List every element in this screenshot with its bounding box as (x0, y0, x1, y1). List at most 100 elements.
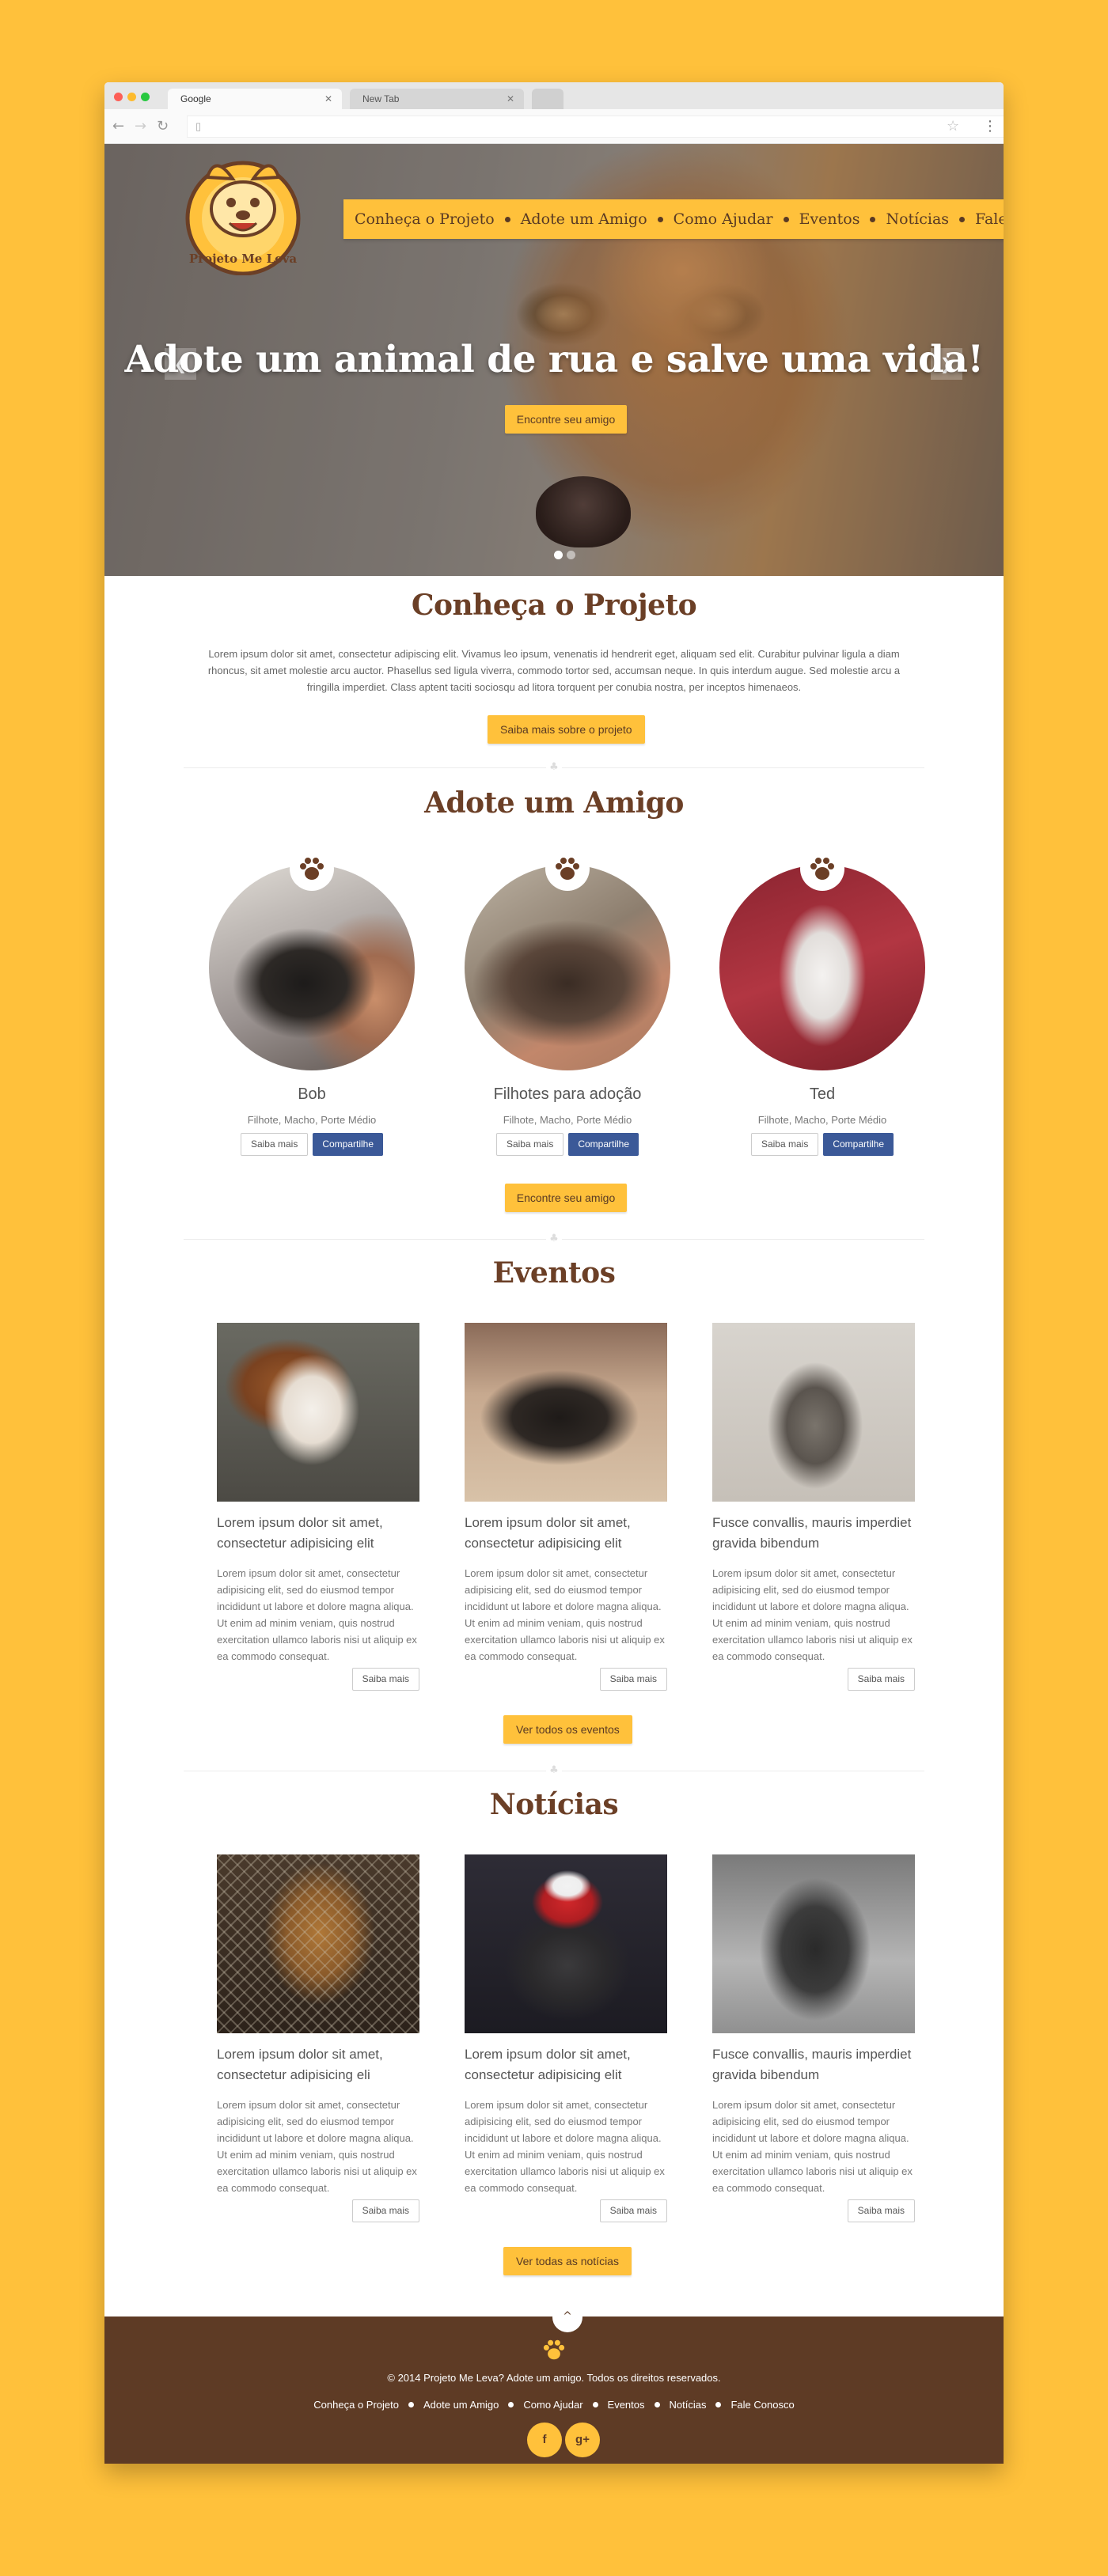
menu-item-conheca[interactable]: Conheça o Projeto (355, 210, 495, 228)
browser-tab-bar: Google ✕ New Tab ✕ (104, 82, 1004, 109)
news-card: Lorem ipsum dolor sit amet, consectetur … (217, 1854, 419, 2222)
section-divider: ♣ (184, 761, 924, 774)
pet-photo[interactable] (209, 865, 415, 1070)
footer-link-eventos[interactable]: Eventos (608, 2399, 645, 2411)
event-more-button[interactable]: Saiba mais (847, 1668, 915, 1691)
news-card: Fusce convallis, mauris imperdiet gravid… (712, 1854, 915, 2222)
event-photo[interactable] (465, 1323, 667, 1502)
slider-dot[interactable] (554, 551, 563, 559)
menu-item-eventos[interactable]: Eventos (799, 210, 860, 228)
news-text: Lorem ipsum dolor sit amet, consectetur … (217, 2099, 417, 2194)
slider-dot[interactable] (567, 551, 575, 559)
menu-separator (783, 216, 789, 222)
event-text: Lorem ipsum dolor sit amet, consectetur … (712, 1567, 913, 1662)
browser-tab-new[interactable]: New Tab ✕ (350, 89, 524, 109)
event-card: Lorem ipsum dolor sit amet, consectetur … (217, 1323, 419, 1691)
about-title: Conheça o Projeto (411, 589, 697, 622)
paw-divider-icon: ♣ (546, 761, 562, 774)
pet-name: Ted (809, 1085, 836, 1103)
browser-tab-google[interactable]: Google ✕ (168, 89, 342, 109)
footer-separator (715, 2402, 722, 2407)
footer-nav: Conheça o Projeto Adote um Amigo Como Aj… (104, 2399, 1004, 2411)
slider-dots (554, 551, 575, 559)
pet-share-button[interactable]: Compartilhe (313, 1133, 384, 1156)
minimize-window-button[interactable] (127, 93, 136, 101)
close-window-button[interactable] (114, 93, 123, 101)
footer-link-noticias[interactable]: Notícias (670, 2399, 707, 2411)
event-photo[interactable] (712, 1323, 915, 1502)
about-paragraph: Lorem ipsum dolor sit amet, consectetur … (207, 648, 901, 693)
adopt-find-friend-button[interactable]: Encontre seu amigo (505, 1184, 627, 1212)
menu-separator (870, 216, 876, 222)
close-tab-icon[interactable]: ✕ (507, 89, 514, 109)
forward-icon[interactable]: → (135, 118, 146, 134)
menu-item-como-ajudar[interactable]: Como Ajudar (674, 210, 773, 228)
pet-more-button[interactable]: Saiba mais (750, 1133, 819, 1156)
news-more-button[interactable]: Saiba mais (599, 2199, 667, 2222)
news-more-button[interactable]: Saiba mais (351, 2199, 419, 2222)
main-menu: Conheça o Projeto Adote um Amigo Como Aj… (343, 199, 1004, 239)
news-text: Lorem ipsum dolor sit amet, consectetur … (465, 2099, 665, 2194)
pet-description: Filhote, Macho, Porte Médio (503, 1114, 632, 1126)
section-divider: ♣ (184, 1233, 924, 1245)
pet-photo[interactable] (719, 865, 925, 1070)
facebook-icon[interactable]: f (527, 2423, 562, 2457)
copyright: © 2014 Projeto Me Leva? Adote um amigo. … (387, 2372, 721, 2384)
projeto-me-leva-logo[interactable]: Projeto Me Leva (184, 153, 302, 275)
footer-link-fale-conosco[interactable]: Fale Conosco (730, 2399, 794, 2411)
close-tab-icon[interactable]: ✕ (324, 89, 332, 109)
address-bar[interactable]: ▯ (187, 116, 1004, 138)
footer-separator (508, 2402, 514, 2407)
events-title: Eventos (492, 1256, 616, 1290)
back-to-top-button[interactable]: ^ (552, 2302, 582, 2332)
adopt-title: Adote um Amigo (424, 786, 684, 820)
event-title[interactable]: Fusce convallis, mauris imperdiet gravid… (712, 1513, 915, 1554)
menu-item-fale-conosco[interactable]: Fale Conosco (975, 210, 1004, 228)
google-plus-icon[interactable]: g+ (565, 2423, 600, 2457)
menu-item-adote[interactable]: Adote um Amigo (521, 210, 647, 228)
news-title-text[interactable]: Lorem ipsum dolor sit amet, consectetur … (217, 2044, 419, 2085)
menu-separator (657, 216, 663, 222)
logo-text: Projeto Me Leva (189, 252, 297, 266)
footer-link-conheca[interactable]: Conheça o Projeto (313, 2399, 399, 2411)
pet-share-button[interactable]: Compartilhe (568, 1133, 639, 1156)
browser-menu-icon[interactable]: ⋮ (983, 118, 997, 134)
tab-label: Google (180, 93, 211, 104)
news-photo[interactable] (465, 1854, 667, 2033)
event-more-button[interactable]: Saiba mais (599, 1668, 667, 1691)
pet-share-button[interactable]: Compartilhe (823, 1133, 894, 1156)
news-title-text[interactable]: Fusce convallis, mauris imperdiet gravid… (712, 2044, 915, 2085)
about-more-button[interactable]: Saiba mais sobre o projeto (488, 715, 645, 744)
event-more-button[interactable]: Saiba mais (351, 1668, 419, 1691)
maximize-window-button[interactable] (141, 93, 150, 101)
new-tab-button[interactable] (532, 89, 563, 109)
news-more-button[interactable]: Saiba mais (847, 2199, 915, 2222)
footer: © 2014 Projeto Me Leva? Adote um amigo. … (104, 2317, 1004, 2464)
footer-separator (654, 2402, 660, 2407)
bookmark-star-icon[interactable]: ☆ (947, 118, 959, 134)
chevron-up-icon: ^ (563, 2310, 572, 2323)
news-photo[interactable] (217, 1854, 419, 2033)
pet-photo[interactable] (465, 865, 670, 1070)
footer-link-como-ajudar[interactable]: Como Ajudar (523, 2399, 582, 2411)
event-card: Fusce convallis, mauris imperdiet gravid… (712, 1323, 915, 1691)
back-icon[interactable]: ← (112, 118, 124, 134)
hero-find-friend-button[interactable]: Encontre seu amigo (505, 405, 627, 434)
news-title-text[interactable]: Lorem ipsum dolor sit amet, consectetur … (465, 2044, 667, 2085)
event-card: Lorem ipsum dolor sit amet, consectetur … (465, 1323, 667, 1691)
news-photo[interactable] (712, 1854, 915, 2033)
tab-label: New Tab (362, 93, 400, 104)
event-title[interactable]: Lorem ipsum dolor sit amet, consectetur … (217, 1513, 419, 1554)
menu-item-noticias[interactable]: Notícias (886, 210, 949, 228)
reload-icon[interactable]: ↻ (157, 118, 169, 134)
all-news-button[interactable]: Ver todas as notícias (503, 2247, 632, 2275)
event-photo[interactable] (217, 1323, 419, 1502)
pet-name: Bob (298, 1085, 326, 1103)
event-title[interactable]: Lorem ipsum dolor sit amet, consectetur … (465, 1513, 667, 1554)
footer-link-adote[interactable]: Adote um Amigo (423, 2399, 499, 2411)
hero-title: Adote um animal de rua e salve uma vida! (124, 338, 984, 381)
pet-more-button[interactable]: Saiba mais (495, 1133, 564, 1156)
pet-more-button[interactable]: Saiba mais (240, 1133, 309, 1156)
all-events-button[interactable]: Ver todos os eventos (503, 1715, 632, 1744)
browser-window: Google ✕ New Tab ✕ ← → ↻ ▯ ☆ ⋮ Projeto M… (104, 82, 1004, 2464)
